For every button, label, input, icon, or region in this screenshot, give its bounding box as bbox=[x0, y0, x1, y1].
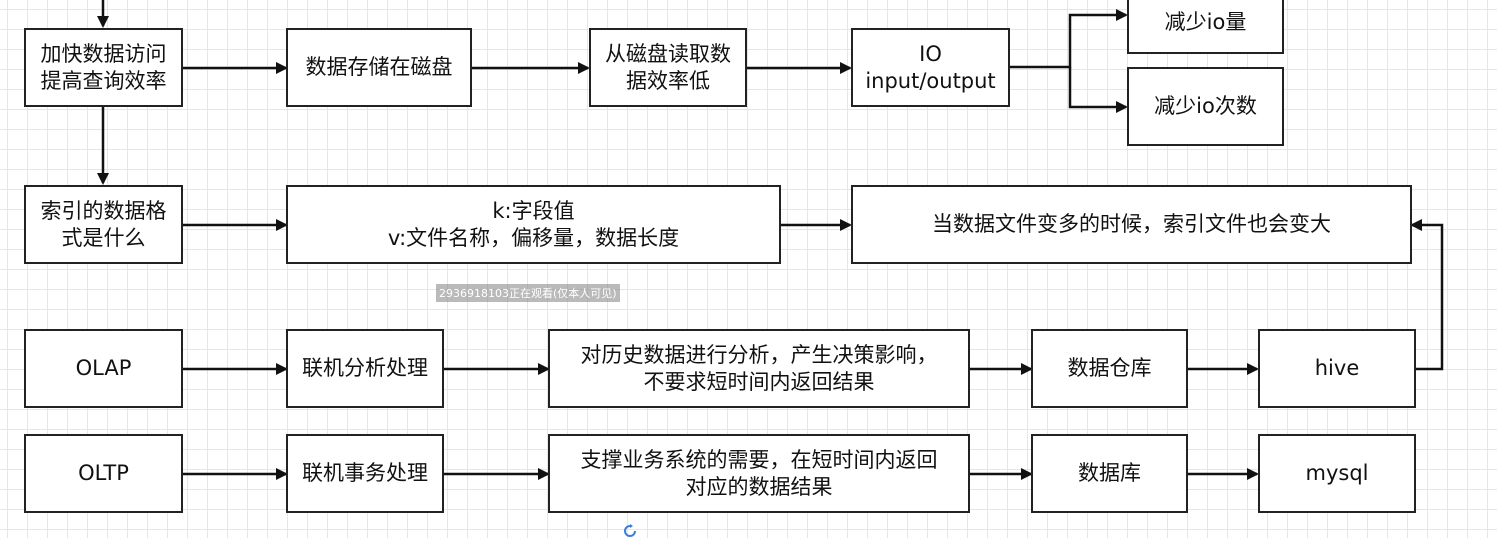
node-index-format[interactable]: 索引的数据格 式是什么 bbox=[24, 185, 183, 264]
node-oltp[interactable]: OLTP bbox=[24, 434, 183, 513]
node-oltp-detail[interactable]: 支撑业务系统的需要，在短时间内返回 对应的数据结果 bbox=[548, 434, 970, 513]
node-olap-desc[interactable]: 联机分析处理 bbox=[286, 329, 444, 408]
node-speed-up[interactable]: 加快数据访问 提高查询效率 bbox=[24, 28, 183, 107]
viewer-watermark: 2936918103正在观看(仅本人可见) bbox=[436, 284, 620, 302]
edge-io-to-reduce-count bbox=[1068, 67, 1128, 113]
node-olap[interactable]: OLAP bbox=[24, 329, 183, 408]
node-mysql[interactable]: mysql bbox=[1258, 434, 1416, 513]
refresh-icon[interactable] bbox=[622, 524, 638, 538]
node-reduce-io-amount[interactable]: 减少io量 bbox=[1127, 0, 1284, 54]
node-read-slow[interactable]: 从磁盘读取数 据效率低 bbox=[589, 28, 747, 107]
node-io[interactable]: IO input/output bbox=[851, 28, 1010, 107]
node-olap-detail[interactable]: 对历史数据进行分析，产生决策影响， 不要求短时间内返回结果 bbox=[548, 329, 970, 408]
node-index-grow[interactable]: 当数据文件变多的时候，索引文件也会变大 bbox=[851, 185, 1412, 264]
node-hive[interactable]: hive bbox=[1258, 329, 1416, 408]
node-kv[interactable]: k:字段值 v:文件名称，偏移量，数据长度 bbox=[286, 185, 781, 264]
edge-hive-to-grow bbox=[1410, 219, 1444, 371]
node-database[interactable]: 数据库 bbox=[1031, 434, 1188, 513]
node-reduce-io-count[interactable]: 减少io次数 bbox=[1127, 67, 1284, 146]
edge-io-to-reduce-amount bbox=[1010, 9, 1128, 69]
node-stored-disk[interactable]: 数据存储在磁盘 bbox=[286, 28, 472, 107]
node-oltp-desc[interactable]: 联机事务处理 bbox=[286, 434, 444, 513]
node-warehouse[interactable]: 数据仓库 bbox=[1031, 329, 1188, 408]
